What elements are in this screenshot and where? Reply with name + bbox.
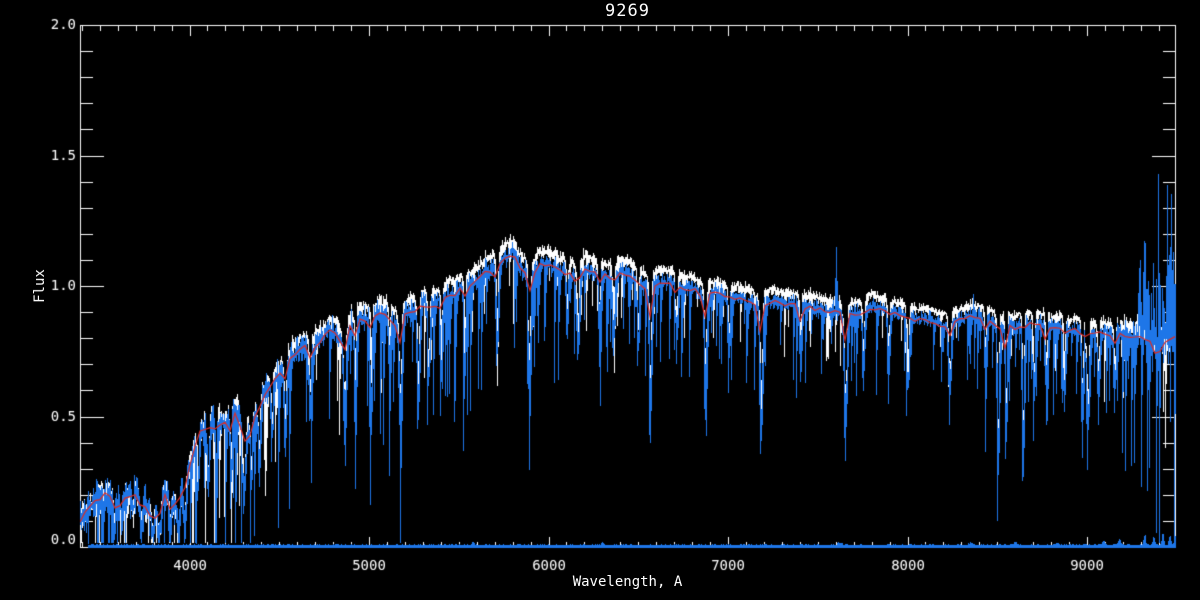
spectrum-figure: 9269 Flux Wavelength, A (0, 0, 1200, 600)
x-axis-label: Wavelength, A (572, 574, 683, 590)
plot-title: 9269 (605, 1, 650, 21)
y-axis-label: Flux (32, 269, 48, 303)
spectrum-plot-canvas (0, 0, 1200, 600)
